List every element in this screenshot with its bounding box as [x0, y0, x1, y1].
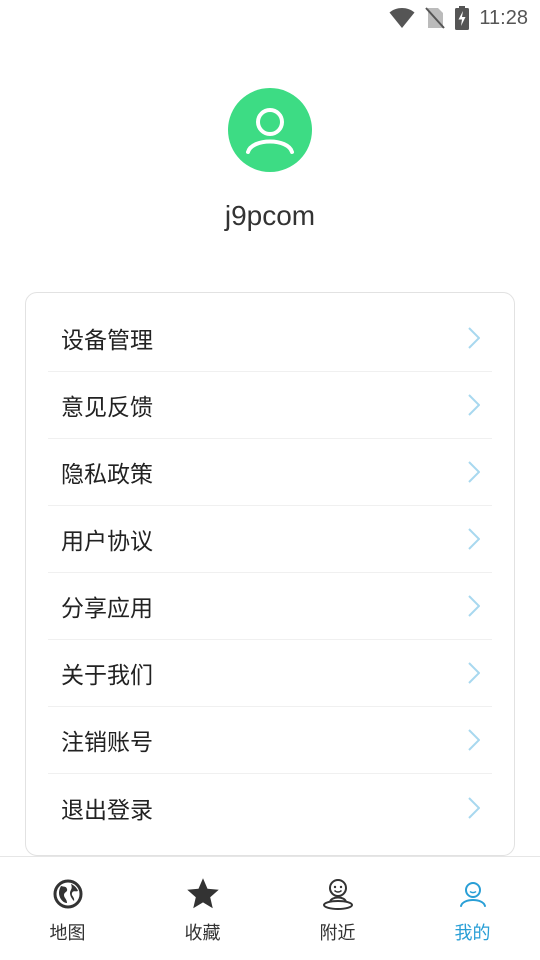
- menu-card: 设备管理 意见反馈 隐私政策 用户协议 分享应用 关于我们 注销账号 退出登录: [25, 292, 515, 856]
- menu-item-label: 设备管理: [61, 328, 153, 354]
- username: j9pcom: [224, 200, 316, 231]
- chevron-right-icon: [468, 662, 480, 684]
- chevron-right-icon: [468, 796, 480, 819]
- menu-item-label: 用户协议: [61, 529, 153, 555]
- tab-map[interactable]: 地图: [0, 857, 135, 960]
- menu-item-delete-account[interactable]: 注销账号: [48, 707, 492, 774]
- menu-item-logout[interactable]: 退出登录: [48, 774, 492, 841]
- menu-item-label: 分享应用: [61, 596, 153, 622]
- person-location-icon: [322, 879, 353, 910]
- status-time: 11:28: [479, 6, 528, 29]
- menu-item-label: 退出登录: [61, 797, 153, 824]
- menu-item-about-us[interactable]: 关于我们: [48, 640, 492, 707]
- tab-label: 地图: [49, 923, 86, 944]
- globe-icon: [53, 879, 82, 909]
- no-sim-icon: [425, 7, 446, 29]
- menu-item-label: 注销账号: [61, 730, 153, 756]
- tab-label: 我的: [454, 923, 491, 944]
- menu-item-privacy-policy[interactable]: 隐私政策: [48, 439, 492, 506]
- menu-item-label: 意见反馈: [61, 395, 153, 421]
- chevron-right-icon: [468, 729, 480, 751]
- tab-label: 收藏: [184, 923, 221, 944]
- user-avatar-icon: [246, 108, 294, 154]
- chevron-right-icon: [468, 327, 480, 349]
- menu-item-label: 隐私政策: [61, 462, 153, 488]
- menu-item-feedback[interactable]: 意见反馈: [48, 372, 492, 439]
- tab-mine[interactable]: 我的: [405, 857, 540, 960]
- menu-item-label: 关于我们: [61, 663, 153, 689]
- tab-nearby[interactable]: 附近: [270, 857, 405, 960]
- tab-label: 附近: [319, 923, 356, 944]
- chevron-right-icon: [468, 528, 480, 550]
- menu-item-device-management[interactable]: 设备管理: [48, 305, 492, 372]
- wifi-icon: [389, 8, 415, 28]
- menu-item-user-agreement[interactable]: 用户协议: [48, 506, 492, 573]
- menu-item-share-app[interactable]: 分享应用: [48, 573, 492, 640]
- avatar[interactable]: [228, 88, 312, 172]
- profile-section: j9pcom: [0, 88, 540, 232]
- star-icon: [186, 878, 219, 909]
- chevron-right-icon: [468, 394, 480, 416]
- chevron-right-icon: [468, 461, 480, 483]
- battery-charging-icon: [455, 6, 470, 30]
- tab-favorites[interactable]: 收藏: [135, 857, 270, 960]
- chevron-right-icon: [468, 595, 480, 617]
- bottom-tab-bar: 地图 收藏 附近 我的: [0, 856, 540, 960]
- status-bar: 11:28: [0, 0, 540, 36]
- user-icon: [459, 882, 486, 907]
